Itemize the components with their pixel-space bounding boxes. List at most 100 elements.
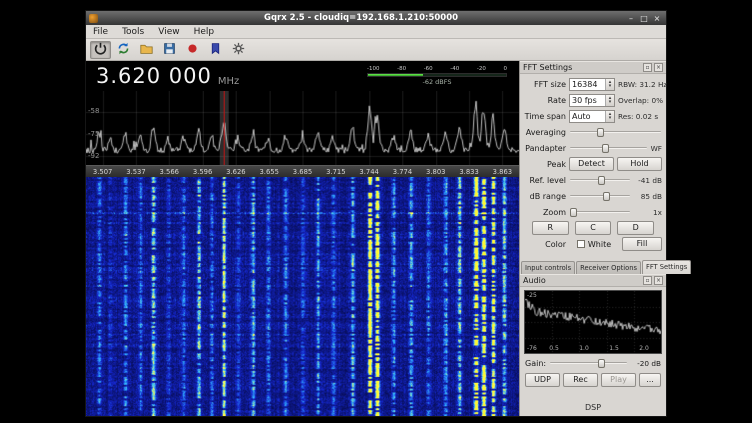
spinbox-arrows-icon[interactable]: ▴▾ bbox=[605, 79, 614, 90]
slider-handle[interactable] bbox=[598, 359, 605, 368]
tab-fft-settings[interactable]: FFT Settings bbox=[642, 260, 691, 274]
close-button[interactable]: × bbox=[651, 13, 663, 24]
db-range-value: 85 dB bbox=[634, 192, 662, 201]
meter-tick-label: -40 bbox=[450, 66, 459, 72]
play-button[interactable]: Play bbox=[601, 373, 636, 387]
slider-handle[interactable] bbox=[598, 176, 605, 185]
zoom-center-button[interactable]: C bbox=[575, 221, 612, 235]
power-icon bbox=[94, 40, 107, 59]
audio-spectrum-plot: -25 -76 0.51.01.52.0 bbox=[524, 290, 662, 354]
db-axis-label: -75 bbox=[88, 130, 99, 138]
menu-item[interactable]: File bbox=[86, 27, 115, 37]
slider-handle[interactable] bbox=[597, 128, 604, 137]
gain-value: -20 dB bbox=[631, 359, 661, 368]
floppy-icon bbox=[163, 40, 176, 59]
overlap-readout: Overlap: 0% bbox=[618, 96, 663, 105]
spectrum-canvas[interactable] bbox=[86, 91, 519, 165]
menu-item[interactable]: Tools bbox=[115, 27, 151, 37]
spectrum-plot[interactable]: -58 -75 -92 bbox=[86, 91, 519, 165]
bookmark-icon bbox=[209, 40, 222, 59]
time-span-value: Auto bbox=[570, 111, 605, 122]
frequency-tick-label: 3.685 bbox=[286, 168, 319, 176]
load-settings-button[interactable] bbox=[136, 41, 157, 59]
color-white-checkbox[interactable] bbox=[577, 240, 585, 248]
slider-handle[interactable] bbox=[602, 144, 609, 153]
start-dsp-button[interactable] bbox=[90, 41, 111, 59]
dock-float-icon[interactable]: ▫ bbox=[643, 63, 652, 72]
minimize-button[interactable]: – bbox=[625, 13, 637, 24]
peak-hold-button[interactable]: Hold bbox=[617, 157, 662, 171]
fft-settings-dock-header[interactable]: FFT Settings ▫ × bbox=[520, 61, 666, 74]
refresh-arrows-icon bbox=[117, 40, 130, 59]
udp-button[interactable]: UDP bbox=[525, 373, 560, 387]
dock-close-icon[interactable]: × bbox=[654, 63, 663, 72]
rate-spinbox[interactable]: 30 fps ▴▾ bbox=[569, 94, 615, 107]
audio-gain-slider[interactable] bbox=[549, 357, 628, 369]
db-range-label: dB range bbox=[524, 192, 566, 201]
bookmarks-button[interactable] bbox=[205, 41, 226, 59]
audio-dock-header[interactable]: Audio ▫ × bbox=[520, 274, 666, 287]
spinbox-arrows-icon[interactable]: ▴▾ bbox=[605, 111, 614, 122]
slider-handle[interactable] bbox=[603, 192, 610, 201]
gear-icon bbox=[232, 40, 245, 59]
fill-button[interactable]: Fill bbox=[622, 237, 662, 251]
menu-item[interactable]: Help bbox=[187, 27, 222, 37]
dsp-status-label: DSP bbox=[520, 400, 666, 416]
meter-tick-label: -80 bbox=[397, 66, 406, 72]
zoom-label: Zoom bbox=[524, 208, 566, 217]
zoom-demod-button[interactable]: D bbox=[617, 221, 654, 235]
meter-tick-label: -100 bbox=[367, 66, 379, 72]
meter-tick-label: 0 bbox=[503, 66, 507, 72]
rec-button[interactable]: Rec bbox=[563, 373, 598, 387]
peak-detect-button[interactable]: Detect bbox=[569, 157, 614, 171]
db-axis-label: -58 bbox=[88, 107, 99, 115]
frequency-unit: MHz bbox=[218, 76, 239, 91]
save-settings-button[interactable] bbox=[159, 41, 180, 59]
right-dock-panel: FFT Settings ▫ × FFT size 16384 ▴▾ RBW: … bbox=[519, 61, 666, 416]
tab-receiver-options[interactable]: Receiver Options bbox=[576, 261, 641, 274]
audio-db-top-label: -25 bbox=[527, 292, 537, 299]
waterfall-canvas[interactable] bbox=[86, 177, 519, 416]
averaging-slider[interactable] bbox=[569, 126, 662, 138]
dock-float-icon[interactable]: ▫ bbox=[643, 276, 652, 285]
zoom-value: 1x bbox=[634, 208, 662, 217]
slider-handle[interactable] bbox=[570, 208, 577, 217]
meter-tick-label: -20 bbox=[477, 66, 486, 72]
meter-readout: -62 dBFS bbox=[367, 78, 507, 86]
more-options-button[interactable]: ... bbox=[639, 373, 661, 387]
configure-io-button[interactable] bbox=[113, 41, 134, 59]
dock-close-icon[interactable]: × bbox=[654, 276, 663, 285]
waterfall-display[interactable] bbox=[86, 177, 519, 416]
iq-record-button[interactable] bbox=[182, 41, 203, 59]
db-range-slider[interactable] bbox=[569, 190, 631, 202]
pandapter-label: Pandapter bbox=[524, 144, 566, 153]
spinbox-arrows-icon[interactable]: ▴▾ bbox=[605, 95, 614, 106]
zoom-reset-button[interactable]: R bbox=[532, 221, 569, 235]
frequency-readout[interactable]: 3.620 000 bbox=[96, 64, 212, 88]
menu-item[interactable]: View bbox=[151, 27, 186, 37]
dsp-options-button[interactable] bbox=[228, 41, 249, 59]
fft-size-value: 16384 bbox=[570, 79, 605, 90]
title-bar[interactable]: Gqrx 2.5 - cloudiq=192.168.1.210:50000 –… bbox=[86, 11, 666, 25]
slider-groove bbox=[550, 362, 627, 364]
pandapter-split-slider[interactable] bbox=[569, 142, 648, 154]
audio-spectrum-canvas bbox=[525, 291, 661, 353]
frequency-tick-label: 3.803 bbox=[419, 168, 452, 176]
averaging-label: Averaging bbox=[524, 128, 566, 137]
rate-label: Rate bbox=[524, 96, 566, 105]
audio-freq-tick-label: 1.5 bbox=[609, 345, 619, 352]
zoom-slider[interactable] bbox=[569, 206, 631, 218]
ref-level-label: Ref. level bbox=[524, 176, 566, 185]
time-span-spinbox[interactable]: Auto ▴▾ bbox=[569, 110, 615, 123]
maximize-button[interactable]: □ bbox=[638, 13, 650, 24]
fft-settings-dock-title: FFT Settings bbox=[523, 63, 641, 72]
time-span-label: Time span bbox=[524, 112, 566, 121]
fft-size-spinbox[interactable]: 16384 ▴▾ bbox=[569, 78, 615, 91]
frequency-axis: 3.5073.5373.5663.5963.6263.6553.6853.715… bbox=[86, 165, 519, 177]
tab-input-controls[interactable]: Input controls bbox=[521, 261, 575, 274]
ref-level-slider[interactable] bbox=[569, 174, 631, 186]
fft-size-label: FFT size bbox=[524, 80, 566, 89]
record-icon bbox=[186, 40, 199, 59]
signal-meter: -100-80-60-40-200 -62 dBFS bbox=[367, 66, 509, 86]
dock-tab-bar: Input controls Receiver Options FFT Sett… bbox=[520, 258, 666, 274]
